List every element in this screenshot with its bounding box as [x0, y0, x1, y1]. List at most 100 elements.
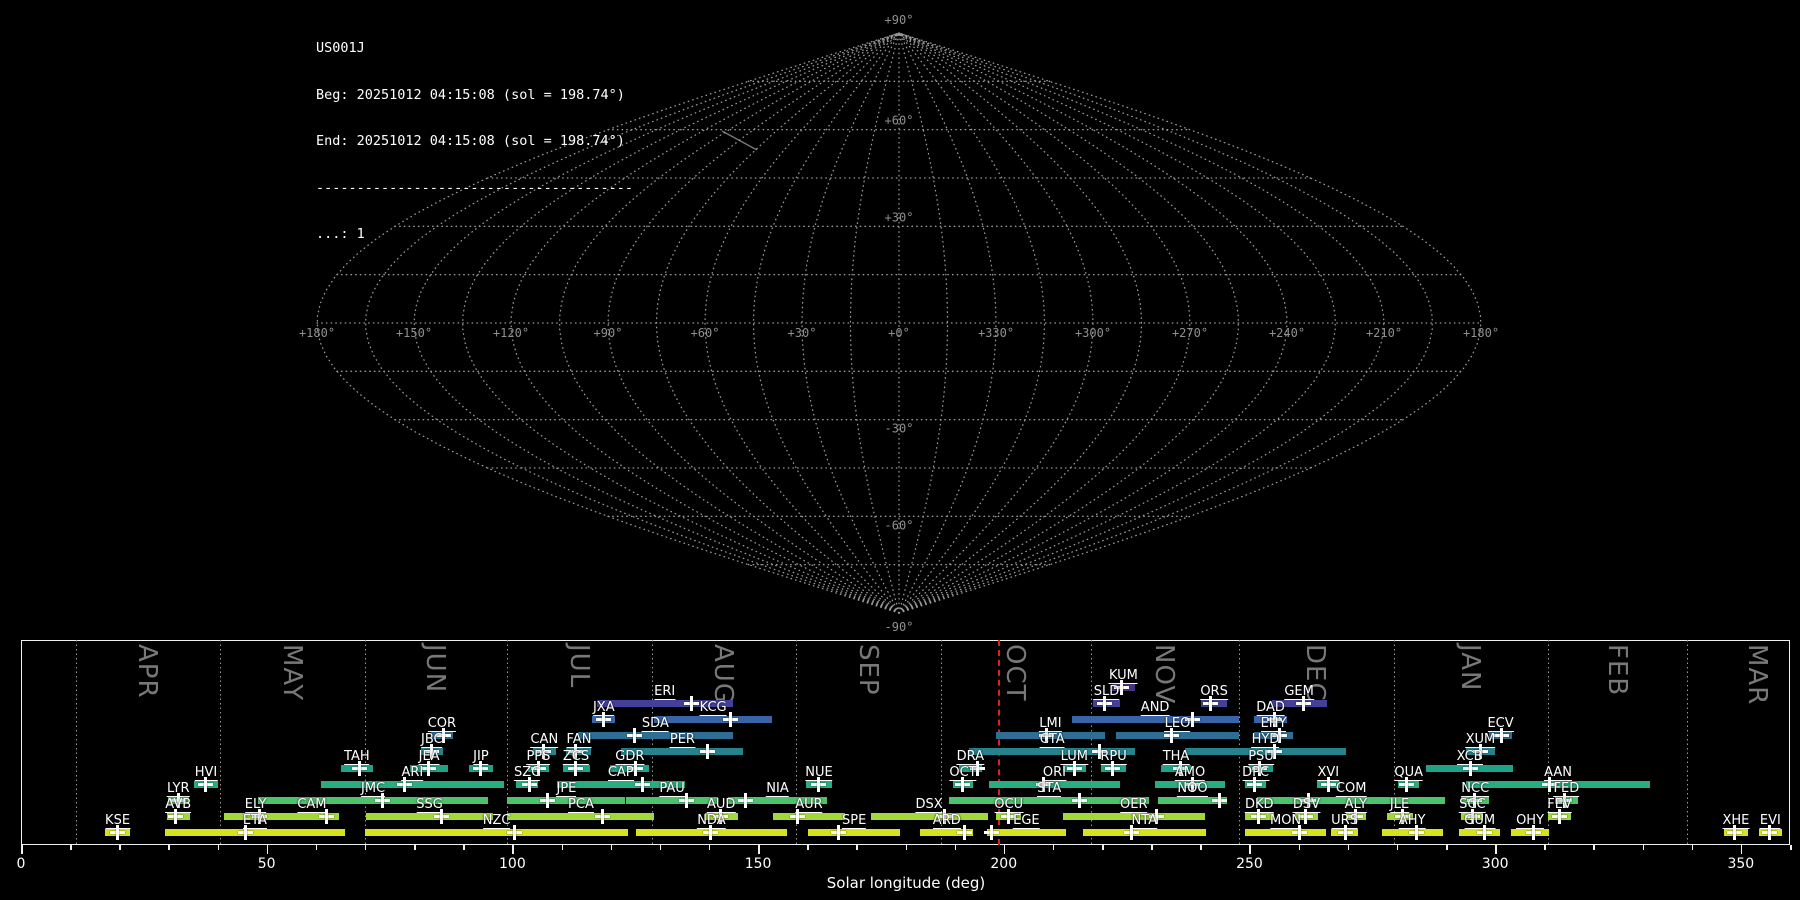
x-axis-minor-tick: [1200, 845, 1202, 850]
shower-code-label: ORS: [1200, 683, 1228, 700]
x-axis-tick-label: 150: [744, 856, 772, 872]
shower-code-label: JEA: [418, 748, 440, 765]
shower-code-label: XUM: [1465, 732, 1496, 749]
shower-code-label: GDR: [615, 748, 645, 765]
shower-code-label: XHE: [1722, 813, 1750, 830]
shower-peak-marker: [627, 728, 643, 744]
month-label: FEB: [1601, 644, 1632, 697]
shower-code-label: SSG: [416, 797, 443, 814]
x-axis-minor-tick: [414, 845, 416, 850]
x-axis-minor-tick: [659, 845, 662, 850]
shower-code-label: LMI: [1039, 716, 1062, 733]
x-axis-minor-tick: [1790, 845, 1792, 850]
shower-peak-marker: [684, 695, 700, 711]
shower-code-label: JBC: [420, 732, 443, 749]
shower-code-label: EVI: [1759, 813, 1781, 830]
longitude-label: +60°: [691, 326, 720, 340]
shower-code-label: SPE: [841, 813, 867, 830]
shower-code-label: AHY: [1398, 813, 1426, 830]
shower-code-label: ZCS: [562, 748, 590, 765]
latitude-label: -60°: [885, 518, 914, 532]
shower-code-label: JMC: [361, 780, 386, 797]
shower-code-label: FED: [1553, 780, 1580, 797]
shower-code-label: LEO: [1164, 716, 1191, 733]
meteor-trail: [721, 130, 758, 151]
x-axis-major-tick: [1249, 845, 1251, 854]
x-axis-tick-label: 350: [1727, 856, 1755, 872]
shower-code-label: NTA: [1131, 813, 1158, 830]
x-axis-major-tick: [266, 845, 269, 854]
longitude-label: +90°: [594, 326, 623, 340]
month-label: APR: [132, 644, 163, 699]
shower-code-label: OCU: [994, 797, 1024, 814]
shower-code-label: GEM: [1284, 683, 1314, 700]
x-axis-tick-label: 0: [16, 856, 26, 872]
shower-code-label: ARI: [401, 764, 424, 781]
x-axis-major-tick: [1495, 845, 1497, 854]
shower-code-label: ORI: [1042, 764, 1066, 781]
shower-bar: [808, 829, 901, 837]
shower-code-label: ETA: [242, 813, 267, 830]
shower-code-label: AMO: [1174, 764, 1206, 781]
shower-code-label: NDA: [697, 813, 726, 830]
shower-code-label: ARD: [932, 813, 961, 830]
radiant-atlas-app: +90° -90° +60° +30° -30° -60° +180° +150° +120° +…: [0, 0, 1800, 900]
shower-code-label: FAN: [566, 732, 592, 749]
shower-code-label: TAH: [344, 748, 370, 765]
shower-bar: [654, 716, 772, 724]
station-id: US001J: [316, 40, 365, 56]
shower-peak-marker: [1071, 792, 1087, 808]
shower-bar: [1071, 716, 1239, 724]
month-label: SEP: [852, 644, 883, 696]
x-axis-minor-tick: [856, 845, 858, 850]
shower-peak-marker: [983, 825, 999, 841]
x-axis-minor-tick: [708, 845, 711, 850]
x-axis-minor-tick: [807, 845, 809, 850]
shower-peak-marker: [635, 776, 651, 792]
x-axis-minor-tick: [1102, 845, 1104, 850]
latitude-label: +30°: [885, 210, 914, 224]
shower-code-label: KSE: [105, 813, 131, 830]
shower-code-label: LUM: [1060, 748, 1088, 765]
x-axis-minor-tick: [315, 845, 318, 850]
shower-code-label: COR: [427, 716, 457, 733]
shower-code-label: ECV: [1487, 716, 1514, 733]
shower-code-label: JLE: [1389, 797, 1410, 814]
shower-code-label: HYD: [1251, 732, 1280, 749]
month-label: MAR: [1742, 644, 1773, 706]
x-axis-minor-tick: [463, 845, 465, 850]
month-label: MAY: [276, 644, 307, 702]
shower-code-label: AUR: [795, 797, 823, 814]
shower-bar: [1245, 829, 1327, 837]
shower-code-label: JXA: [592, 700, 615, 717]
shower-code-label: DAD: [1256, 700, 1285, 717]
longitude-label: +210°: [1366, 326, 1402, 340]
month-separator-line: [220, 640, 221, 845]
month-label: JUN: [420, 644, 451, 694]
x-axis-tick-label: 100: [499, 856, 526, 872]
month-label: NOV: [1148, 644, 1179, 705]
shower-code-label: PCA: [568, 797, 594, 814]
shower-code-label: PER: [669, 732, 695, 749]
x-axis-minor-tick: [364, 845, 367, 850]
shower-code-label: XVI: [1317, 764, 1340, 781]
longitude-label: +150°: [396, 326, 432, 340]
x-axis-minor-tick: [168, 845, 170, 850]
shower-code-label: GUM: [1464, 813, 1496, 830]
month-separator-line: [1687, 640, 1689, 845]
shower-code-label: URS: [1331, 813, 1358, 830]
shower-code-label: AVB: [165, 797, 192, 814]
pole-north-label: +90°: [885, 13, 914, 27]
shower-bar: [578, 732, 733, 740]
x-axis-major-tick: [512, 845, 514, 854]
shower-peak-marker: [595, 809, 611, 825]
shower-bar: [364, 829, 629, 837]
x-axis-minor-tick: [905, 845, 907, 850]
longitude-label: +240°: [1269, 326, 1305, 340]
x-axis-minor-tick: [1593, 845, 1595, 850]
x-axis-minor-tick: [610, 845, 613, 850]
shower-code-label: LYR: [166, 780, 190, 797]
shower-code-label: KCG: [699, 700, 727, 717]
month-label: OCT: [1000, 644, 1031, 702]
station-header: US001J Beg: 20251012 04:15:08 (sol = 198…: [316, 10, 633, 274]
